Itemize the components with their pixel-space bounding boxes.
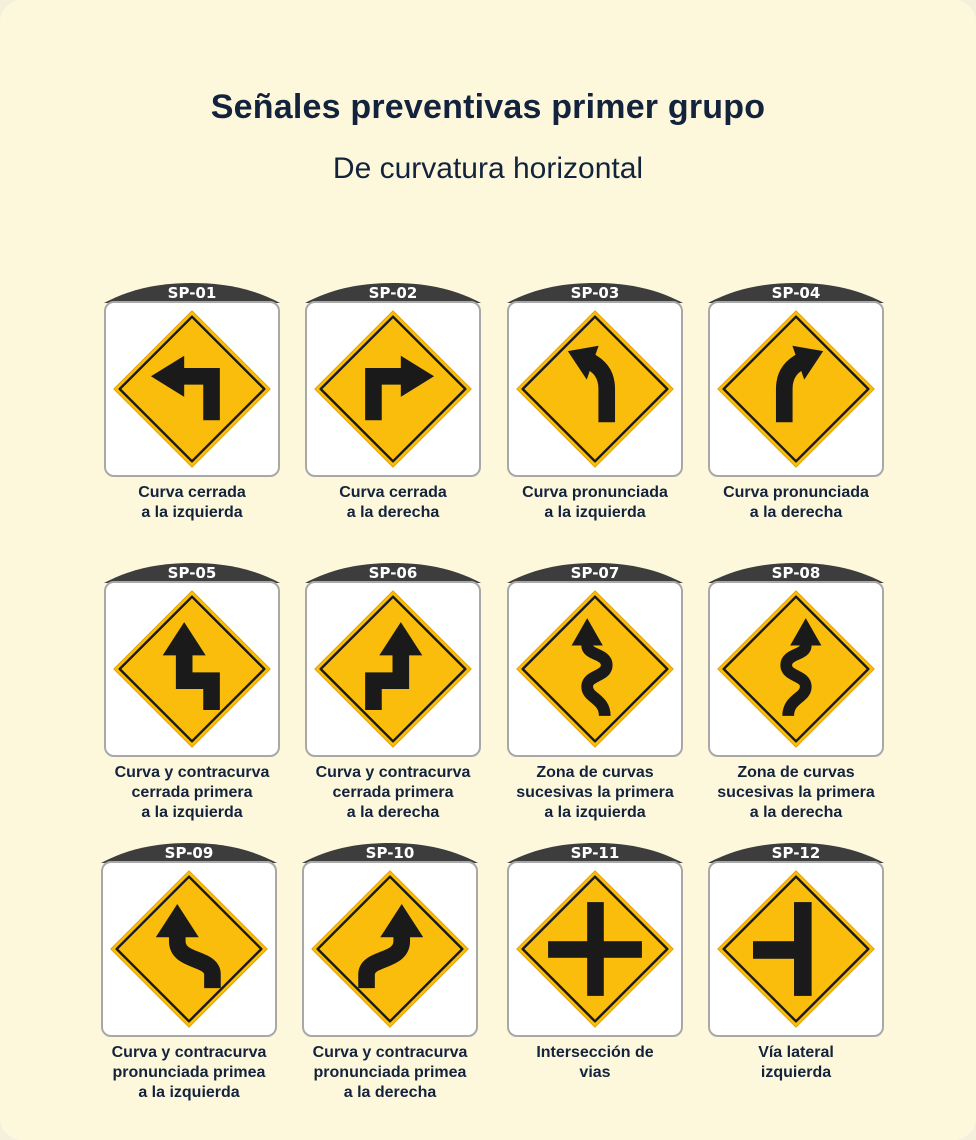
sign-code-tab: SP-03	[507, 283, 683, 303]
reverse-curve-left-icon	[110, 870, 268, 1028]
sign-code: SP-02	[368, 284, 418, 302]
sign-frame	[507, 861, 683, 1037]
caption-line: Curva y contracurva	[315, 764, 471, 781]
sign-frame	[507, 301, 683, 477]
caption-line: Zona de curvas	[737, 764, 855, 781]
sign-frame	[104, 301, 280, 477]
page-title: Señales preventivas primer grupo	[210, 88, 766, 126]
sign-caption: Zona de curvas sucesivas la primera a la d…	[678, 763, 914, 823]
sign-frame	[708, 861, 884, 1037]
sharp-curve-left-icon	[113, 310, 271, 468]
caption-line: a la derecha	[749, 804, 843, 821]
caption-line: sucesivas la primera	[717, 784, 875, 801]
sign-code-tab: SP-09	[101, 843, 277, 863]
winding-road-right-icon	[717, 590, 875, 748]
reverse-turn-right-icon	[314, 590, 472, 748]
caption-line: a la derecha	[343, 1084, 437, 1101]
signs-panel: Señales preventivas primer grupo De curv…	[0, 0, 976, 1140]
sign-caption: Curva y contracurva cerrada primera a la d…	[275, 763, 511, 823]
page-subtitle: De curvatura horizontal	[332, 152, 644, 185]
winding-road-left-icon	[516, 590, 674, 748]
sign-caption: Curva y contracurva pronunciada primea a l…	[272, 1043, 508, 1103]
caption-line: cerrada primera	[332, 784, 454, 801]
sign-caption: Vía lateral izquierda	[678, 1043, 914, 1083]
caption-line: a la derecha	[749, 504, 843, 521]
sign-frame	[708, 581, 884, 757]
sign-frame	[305, 301, 481, 477]
sign-code: SP-01	[167, 284, 217, 302]
sign-code-tab: SP-11	[507, 843, 683, 863]
caption-line: a la derecha	[346, 504, 440, 521]
caption-line: Curva pronunciada	[723, 484, 869, 501]
sign-code-tab: SP-07	[507, 563, 683, 583]
sign-code: SP-10	[365, 844, 415, 862]
caption-line: Vía lateral	[758, 1044, 834, 1061]
sign-code-tab: SP-12	[708, 843, 884, 863]
caption-line: Curva y contracurva	[312, 1044, 468, 1061]
sign-code: SP-06	[368, 564, 418, 582]
sign-code-tab: SP-08	[708, 563, 884, 583]
sign-code-tab: SP-01	[104, 283, 280, 303]
sign-code: SP-12	[771, 844, 821, 862]
sign-caption: Curva pronunciada a la derecha	[678, 483, 914, 523]
sign-frame	[104, 581, 280, 757]
reverse-turn-left-icon	[113, 590, 271, 748]
sign-code-tab: SP-04	[708, 283, 884, 303]
sign-code: SP-04	[771, 284, 821, 302]
caption-line: Curva cerrada	[339, 484, 447, 501]
sign-code-tab: SP-05	[104, 563, 280, 583]
sign-code: SP-05	[167, 564, 217, 582]
caption-line: a la derecha	[346, 804, 440, 821]
sign-code-tab: SP-06	[305, 563, 481, 583]
side-road-left-icon	[717, 870, 875, 1028]
sign-code-tab: SP-10	[302, 843, 478, 863]
caption-line: izquierda	[760, 1064, 832, 1081]
sign-code-tab: SP-02	[305, 283, 481, 303]
sign-frame	[305, 581, 481, 757]
sign-code: SP-03	[570, 284, 620, 302]
sign-code: SP-09	[164, 844, 214, 862]
sharp-curve-right-icon	[314, 310, 472, 468]
curve-right-icon	[717, 310, 875, 468]
sign-code: SP-08	[771, 564, 821, 582]
sign-code: SP-07	[570, 564, 620, 582]
reverse-curve-right-icon	[311, 870, 469, 1028]
curve-left-icon	[516, 310, 674, 468]
caption-line: pronunciada primea	[313, 1064, 467, 1081]
sign-frame	[507, 581, 683, 757]
sign-caption: Curva cerrada a la derecha	[275, 483, 511, 523]
sign-code: SP-11	[570, 844, 620, 862]
crossroad-icon	[516, 870, 674, 1028]
sign-frame	[302, 861, 478, 1037]
sign-frame	[101, 861, 277, 1037]
sign-frame	[708, 301, 884, 477]
